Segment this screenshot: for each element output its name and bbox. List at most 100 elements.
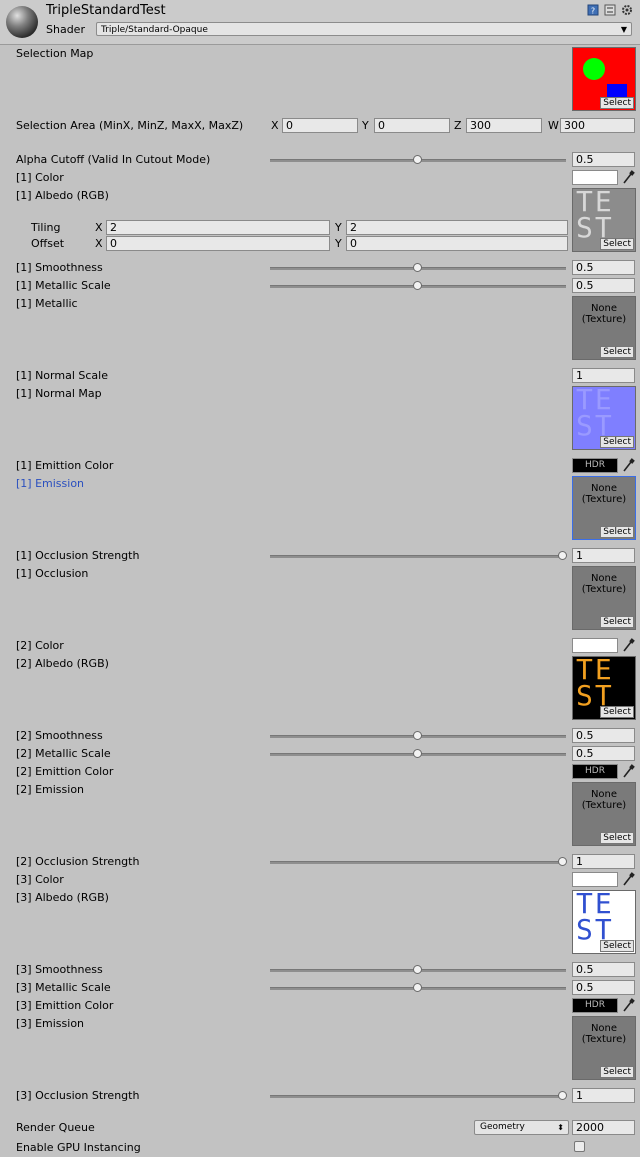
axis-z-label: Z <box>454 119 462 132</box>
chevron-updown-icon: ⬍ <box>557 1123 564 1132</box>
layer1-occlusion-texture[interactable]: None (Texture) Select <box>572 566 636 630</box>
selection-area-w-field[interactable]: 300 <box>560 118 635 133</box>
none-text: None <box>590 1023 618 1034</box>
axis-w-label: W <box>548 119 559 132</box>
layer3-emission-color-swatch[interactable]: HDR <box>572 998 618 1013</box>
select-button[interactable]: Select <box>600 238 634 250</box>
layer3-emission-color-label: [3] Emittion Color <box>16 999 114 1012</box>
layer1-metallic-scale-slider-thumb[interactable] <box>413 281 422 290</box>
offset-x-field[interactable]: 0 <box>106 236 330 251</box>
layer2-metallic-scale-field[interactable]: 0.5 <box>572 746 635 761</box>
layer1-metallic-scale-field[interactable]: 0.5 <box>572 278 635 293</box>
chevron-down-icon: ▼ <box>620 25 627 34</box>
eyedropper-icon[interactable] <box>621 998 635 1013</box>
layer2-emission-texture[interactable]: None (Texture) Select <box>572 782 636 846</box>
eyedropper-icon[interactable] <box>621 170 635 185</box>
layer2-albedo-texture[interactable]: TE ST Select <box>572 656 636 720</box>
layer1-metallic-scale-label: [1] Metallic Scale <box>16 279 111 292</box>
select-button[interactable]: Select <box>600 97 634 109</box>
texture-text: (Texture) <box>581 800 627 811</box>
layer3-metallic-scale-label: [3] Metallic Scale <box>16 981 111 994</box>
layer3-occlusion-strength-slider-track[interactable] <box>270 1095 566 1098</box>
shader-dropdown[interactable]: Triple/Standard-Opaque ▼ <box>96 22 632 36</box>
layer1-metallic-label: [1] Metallic <box>16 297 78 310</box>
layer3-metallic-scale-slider-thumb[interactable] <box>413 983 422 992</box>
layer1-color-swatch[interactable] <box>572 170 618 185</box>
selection-area-z-field[interactable]: 300 <box>466 118 542 133</box>
layer1-albedo-label: [1] Albedo (RGB) <box>16 189 109 202</box>
alpha-cutoff-slider-thumb[interactable] <box>413 155 422 164</box>
eyedropper-icon[interactable] <box>621 872 635 887</box>
layer2-metallic-scale-slider-thumb[interactable] <box>413 749 422 758</box>
none-text: None <box>590 789 618 800</box>
layer2-smoothness-label: [2] Smoothness <box>16 729 103 742</box>
layer2-color-swatch[interactable] <box>572 638 618 653</box>
offset-label: Offset <box>31 237 65 250</box>
axis-y-label: Y <box>362 119 369 132</box>
select-button[interactable]: Select <box>600 436 634 448</box>
layer2-occlusion-strength-slider-thumb[interactable] <box>558 857 567 866</box>
none-text: None <box>590 303 618 314</box>
selection-area-label: Selection Area (MinX, MinZ, MaxX, MaxZ) <box>16 119 244 132</box>
tiling-label: Tiling <box>31 221 61 234</box>
select-button[interactable]: Select <box>600 940 634 952</box>
layer2-smoothness-slider-thumb[interactable] <box>413 731 422 740</box>
layer1-occlusion-strength-slider-track[interactable] <box>270 555 566 558</box>
svg-text:?: ? <box>591 7 595 16</box>
render-queue-dropdown[interactable]: Geometry ⬍ <box>474 1120 569 1135</box>
select-button[interactable]: Select <box>600 526 634 538</box>
selection-map-texture[interactable]: Select <box>572 47 636 111</box>
eyedropper-icon[interactable] <box>621 638 635 653</box>
layer2-color-label: [2] Color <box>16 639 64 652</box>
offset-y-field[interactable]: 0 <box>346 236 568 251</box>
layer1-normal-map-texture[interactable]: TE ST Select <box>572 386 636 450</box>
layer3-occlusion-strength-field[interactable]: 1 <box>572 1088 635 1103</box>
render-queue-field[interactable]: 2000 <box>572 1120 635 1135</box>
shader-label: Shader <box>46 23 85 36</box>
layer3-color-swatch[interactable] <box>572 872 618 887</box>
axis-y-label: Y <box>335 237 342 250</box>
tiling-y-field[interactable]: 2 <box>346 220 568 235</box>
layer1-emission-texture[interactable]: None (Texture) Select <box>572 476 636 540</box>
gpu-instancing-checkbox[interactable] <box>574 1141 585 1152</box>
layer2-occlusion-strength-field[interactable]: 1 <box>572 854 635 869</box>
eyedropper-icon[interactable] <box>621 764 635 779</box>
layer1-occlusion-strength-slider-thumb[interactable] <box>558 551 567 560</box>
layer2-albedo-label: [2] Albedo (RGB) <box>16 657 109 670</box>
layer3-occlusion-strength-slider-thumb[interactable] <box>558 1091 567 1100</box>
layer2-occlusion-strength-label: [2] Occlusion Strength <box>16 855 140 868</box>
gear-icon[interactable] <box>621 4 633 16</box>
preset-sliders-icon[interactable] <box>604 4 616 16</box>
tiling-x-field[interactable]: 2 <box>106 220 330 235</box>
layer1-occlusion-strength-field[interactable]: 1 <box>572 548 635 563</box>
layer3-emission-texture[interactable]: None (Texture) Select <box>572 1016 636 1080</box>
layer3-occlusion-strength-label: [3] Occlusion Strength <box>16 1089 140 1102</box>
layer1-albedo-texture[interactable]: TE ST Select <box>572 188 636 252</box>
layer3-albedo-label: [3] Albedo (RGB) <box>16 891 109 904</box>
select-button[interactable]: Select <box>600 832 634 844</box>
select-button[interactable]: Select <box>600 1066 634 1078</box>
eyedropper-icon[interactable] <box>621 458 635 473</box>
help-book-icon[interactable]: ? <box>587 4 599 16</box>
layer3-color-label: [3] Color <box>16 873 64 886</box>
layer1-normal-scale-field[interactable]: 1 <box>572 368 635 383</box>
layer1-smoothness-field[interactable]: 0.5 <box>572 260 635 275</box>
select-button[interactable]: Select <box>600 706 634 718</box>
layer2-smoothness-field[interactable]: 0.5 <box>572 728 635 743</box>
render-queue-dropdown-value: Geometry <box>480 1122 525 1132</box>
layer2-occlusion-strength-slider-track[interactable] <box>270 861 566 864</box>
layer3-smoothness-field[interactable]: 0.5 <box>572 962 635 977</box>
select-button[interactable]: Select <box>600 346 634 358</box>
layer1-emission-color-label: [1] Emittion Color <box>16 459 114 472</box>
layer3-albedo-texture[interactable]: TE ST Select <box>572 890 636 954</box>
selection-area-y-field[interactable]: 0 <box>374 118 450 133</box>
layer1-metallic-texture[interactable]: None (Texture) Select <box>572 296 636 360</box>
selection-area-x-field[interactable]: 0 <box>282 118 358 133</box>
layer1-smoothness-slider-thumb[interactable] <box>413 263 422 272</box>
layer3-metallic-scale-field[interactable]: 0.5 <box>572 980 635 995</box>
select-button[interactable]: Select <box>600 616 634 628</box>
layer2-emission-color-swatch[interactable]: HDR <box>572 764 618 779</box>
layer1-emission-color-swatch[interactable]: HDR <box>572 458 618 473</box>
alpha-cutoff-field[interactable]: 0.5 <box>572 152 635 167</box>
layer3-smoothness-slider-thumb[interactable] <box>413 965 422 974</box>
